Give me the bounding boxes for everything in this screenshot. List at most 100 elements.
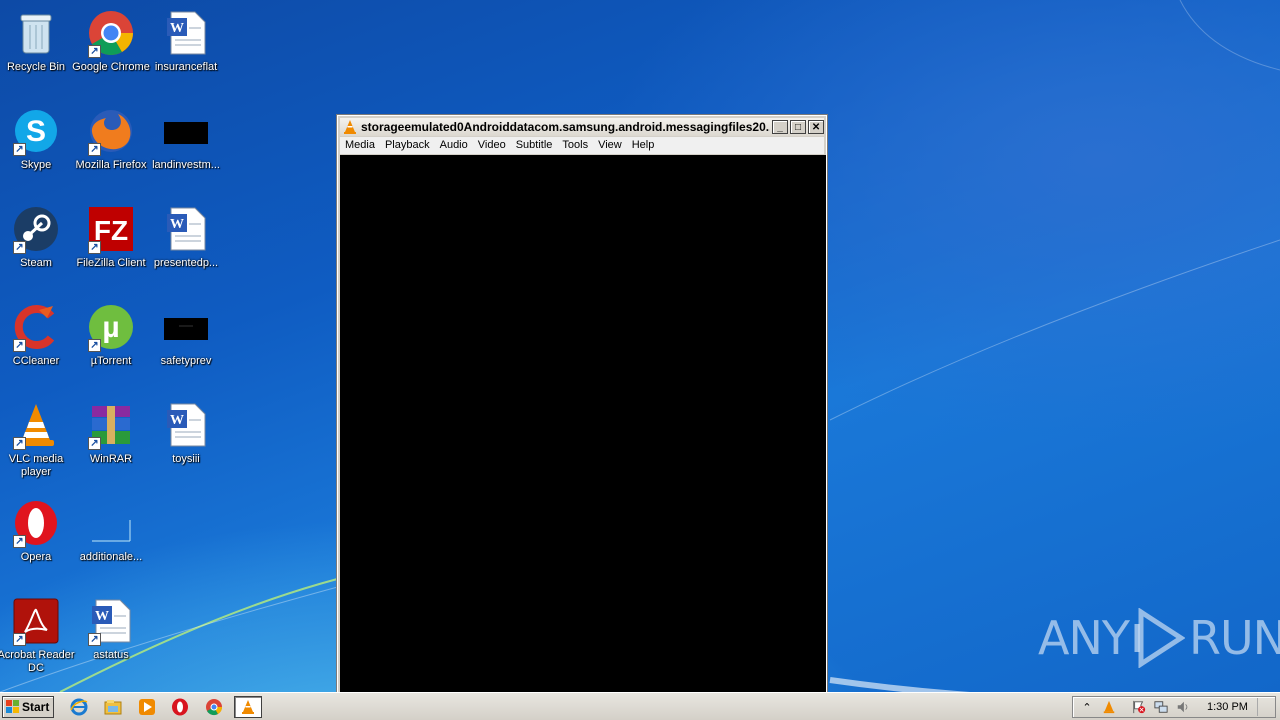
desktop-icon-label: safetyprev bbox=[160, 355, 212, 367]
svg-text:µ: µ bbox=[102, 311, 119, 344]
desktop-icon-ccleaner[interactable]: ↗ CCleaner bbox=[0, 296, 76, 386]
vlc-title-bar[interactable]: storageemulated0Androiddatacom.samsung.a… bbox=[340, 118, 824, 136]
desktop-icon-label: Opera bbox=[20, 551, 52, 563]
explorer-icon[interactable] bbox=[102, 697, 124, 717]
shortcut-arrow-icon: ↗ bbox=[13, 633, 26, 646]
menu-media[interactable]: Media bbox=[340, 137, 380, 154]
tray-expand-icon[interactable]: ⌃ bbox=[1079, 699, 1095, 715]
minimize-button[interactable]: _ bbox=[772, 120, 789, 134]
desktop-icon-label: WinRAR bbox=[89, 453, 133, 465]
menu-audio[interactable]: Audio bbox=[435, 137, 473, 154]
action-center-icon[interactable] bbox=[1131, 699, 1147, 715]
menu-video[interactable]: Video bbox=[473, 137, 511, 154]
start-button[interactable]: Start bbox=[2, 696, 54, 718]
utorrent-icon: µ ↗ bbox=[86, 302, 136, 352]
opera-icon[interactable] bbox=[169, 697, 191, 717]
watermark-left-text: ANY bbox=[1038, 611, 1130, 665]
ccleaner-icon: ↗ bbox=[11, 302, 61, 352]
shortcut-arrow-icon: ↗ bbox=[88, 633, 101, 646]
vlc-icon: ↗ bbox=[11, 400, 61, 450]
firefox-icon: ↗ bbox=[86, 106, 136, 156]
desktop-icon-skype[interactable]: S ↗ Skype bbox=[0, 100, 76, 190]
desktop-icon-vlc[interactable]: ↗ VLC media player bbox=[0, 394, 76, 484]
svg-text:S: S bbox=[26, 115, 46, 148]
shortcut-arrow-icon: ↗ bbox=[13, 143, 26, 156]
desktop-icon-label: landinvestm... bbox=[152, 159, 220, 171]
winrar-icon: ↗ bbox=[86, 400, 136, 450]
desktop-icon-label: VLC media player bbox=[8, 453, 64, 478]
vlc-window-title: storageemulated0Androiddatacom.samsung.a… bbox=[360, 120, 771, 134]
desktop-icon-label: Acrobat Reader DC bbox=[0, 649, 75, 674]
menu-view[interactable]: View bbox=[593, 137, 627, 154]
shortcut-arrow-icon: ↗ bbox=[13, 241, 26, 254]
desktop-icon-additionale[interactable]: additionale... bbox=[71, 492, 151, 582]
desktop-icon-label: FileZilla Client bbox=[76, 257, 146, 269]
word-document-icon: W bbox=[161, 204, 211, 254]
menu-help[interactable]: Help bbox=[627, 137, 660, 154]
desktop-icon-presentedp[interactable]: W presentedp... bbox=[146, 198, 226, 288]
opera-icon: ↗ bbox=[11, 498, 61, 548]
vlc-menu-bar: Media Playback Audio Video Subtitle Tool… bbox=[340, 137, 824, 154]
ie-icon[interactable] bbox=[68, 697, 90, 717]
desktop-icon-acrobat[interactable]: ↗ Acrobat Reader DC bbox=[0, 590, 76, 680]
desktop-icon-insuranceflat[interactable]: W insuranceflat bbox=[146, 2, 226, 92]
vlc-icon bbox=[343, 120, 356, 134]
desktop-icon-recycle-bin[interactable]: Recycle Bin bbox=[0, 2, 76, 92]
desktop-icon-safetyprev[interactable]: safetyprev bbox=[146, 296, 226, 386]
vlc-video-area[interactable] bbox=[340, 155, 826, 692]
svg-text:W: W bbox=[170, 21, 184, 36]
network-icon[interactable] bbox=[1153, 699, 1169, 715]
desktop-icon-label: Google Chrome bbox=[72, 61, 150, 73]
desktop-icon-astatus[interactable]: W ↗ astatus bbox=[71, 590, 151, 680]
desktop: Recycle Bin S ↗ Skype ↗ Steam ↗ CCleaner… bbox=[0, 0, 1280, 692]
desktop-icon-label: Recycle Bin bbox=[6, 61, 66, 73]
show-desktop-button[interactable] bbox=[1257, 698, 1269, 716]
start-label: Start bbox=[22, 700, 50, 714]
watermark-right-text: RUN bbox=[1188, 611, 1280, 665]
desktop-icon-steam[interactable]: ↗ Steam bbox=[0, 198, 76, 288]
shortcut-arrow-icon: ↗ bbox=[88, 339, 101, 352]
desktop-icon-filezilla[interactable]: FZ ↗ FileZilla Client bbox=[71, 198, 151, 288]
desktop-icon-label: insuranceflat bbox=[154, 61, 218, 73]
svg-text:W: W bbox=[95, 609, 109, 624]
acrobat-icon: ↗ bbox=[11, 596, 61, 646]
menu-playback[interactable]: Playback bbox=[380, 137, 435, 154]
shortcut-arrow-icon: ↗ bbox=[13, 535, 26, 548]
recycle-bin-icon bbox=[11, 8, 61, 58]
taskbar: Start ⌃ 1:30 PM bbox=[0, 692, 1280, 720]
desktop-icon-label: Mozilla Firefox bbox=[75, 159, 147, 171]
vlc-window[interactable]: storageemulated0Androiddatacom.samsung.a… bbox=[336, 114, 828, 692]
menu-tools[interactable]: Tools bbox=[557, 137, 593, 154]
chrome-icon[interactable] bbox=[203, 697, 225, 717]
close-button[interactable]: ✕ bbox=[808, 120, 824, 134]
word-document-icon: W ↗ bbox=[86, 596, 136, 646]
desktop-icon-winrar[interactable]: ↗ WinRAR bbox=[71, 394, 151, 484]
maximize-button[interactable]: □ bbox=[790, 120, 807, 134]
taskbar-vlc-button[interactable] bbox=[234, 696, 262, 718]
chrome-icon: ↗ bbox=[86, 8, 136, 58]
desktop-icon-label: additionale... bbox=[79, 551, 143, 563]
shortcut-arrow-icon: ↗ bbox=[88, 437, 101, 450]
menu-subtitle[interactable]: Subtitle bbox=[511, 137, 558, 154]
desktop-icon-label: Steam bbox=[20, 257, 52, 269]
desktop-icon-landinvestm[interactable]: landinvestm... bbox=[146, 100, 226, 190]
system-tray: ⌃ 1:30 PM bbox=[1072, 696, 1276, 718]
svg-text:W: W bbox=[170, 217, 184, 232]
desktop-icon-toysiii[interactable]: W toysiii bbox=[146, 394, 226, 484]
desktop-icon-label: CCleaner bbox=[12, 355, 60, 367]
media-player-icon[interactable] bbox=[136, 697, 158, 717]
clock[interactable]: 1:30 PM bbox=[1207, 701, 1248, 713]
desktop-icon-opera[interactable]: ↗ Opera bbox=[0, 492, 76, 582]
word-document-icon: W bbox=[161, 8, 211, 58]
desktop-icon-firefox[interactable]: ↗ Mozilla Firefox bbox=[71, 100, 151, 190]
blank-file-icon bbox=[86, 498, 136, 548]
skype-icon: S ↗ bbox=[11, 106, 61, 156]
vlc-tray-icon[interactable] bbox=[1101, 699, 1117, 715]
shortcut-arrow-icon: ↗ bbox=[88, 143, 101, 156]
desktop-icon-utorrent[interactable]: µ ↗ µTorrent bbox=[71, 296, 151, 386]
desktop-icon-label: toysiii bbox=[172, 453, 200, 465]
desktop-icon-label: presentedp... bbox=[153, 257, 219, 269]
filezilla-icon: FZ ↗ bbox=[86, 204, 136, 254]
volume-icon[interactable] bbox=[1175, 699, 1191, 715]
desktop-icon-chrome[interactable]: ↗ Google Chrome bbox=[71, 2, 151, 92]
